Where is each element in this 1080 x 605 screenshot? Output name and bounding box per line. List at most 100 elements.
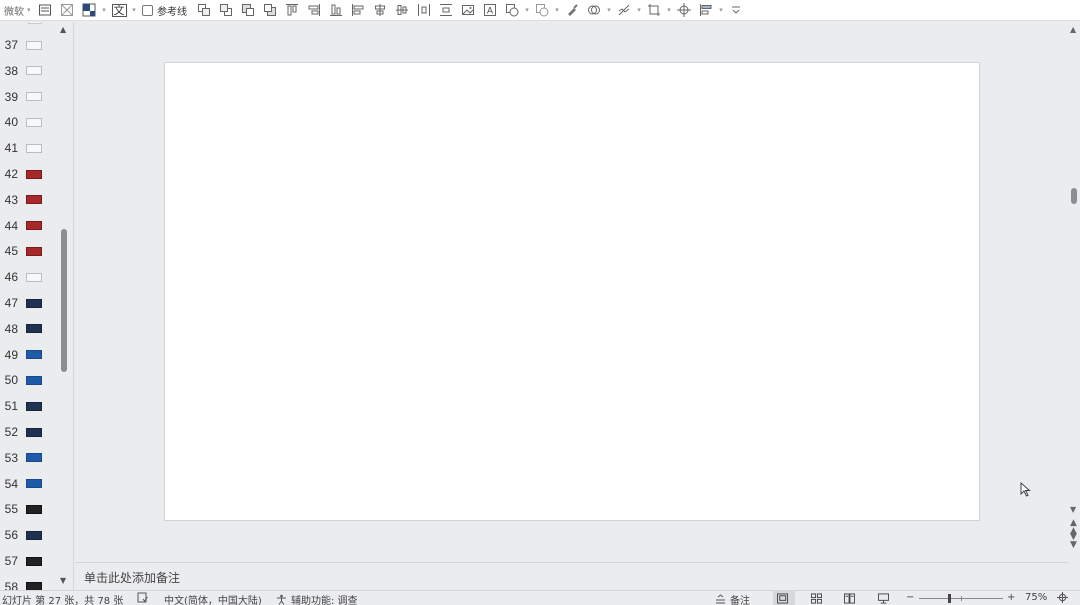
distribute-horizontal-button[interactable] bbox=[413, 1, 435, 19]
align-left-button[interactable] bbox=[347, 1, 369, 19]
slide-thumbnail[interactable]: 49 bbox=[0, 345, 58, 365]
slide-thumbnail-panel[interactable]: 37 38 39 40 41 42 43 44 45 46 47 48 49 50 51 52 53 54 55 56… bbox=[0, 22, 74, 590]
slide-thumbnail-image[interactable] bbox=[26, 40, 42, 50]
slide-sorter-view-button[interactable] bbox=[807, 591, 829, 605]
merge-shapes-dropdown[interactable]: ▾ bbox=[605, 6, 613, 14]
spell-check-button[interactable] bbox=[137, 592, 152, 603]
zoom-out-button[interactable]: − bbox=[906, 592, 914, 603]
slide-thumbnail-image[interactable] bbox=[26, 298, 42, 308]
send-backward-button[interactable] bbox=[215, 1, 237, 19]
insert-textbox-button[interactable]: A bbox=[479, 1, 501, 19]
slide-thumbnail[interactable]: 50 bbox=[0, 370, 58, 390]
shape-outline-button[interactable] bbox=[613, 1, 635, 19]
slide-thumbnail[interactable]: 58 bbox=[0, 577, 58, 590]
notes-toggle-button[interactable]: 备注 bbox=[715, 592, 750, 605]
slide-thumbnail[interactable]: 57 bbox=[0, 551, 58, 571]
scroll-up-arrow-icon[interactable]: ▲ bbox=[1070, 25, 1076, 34]
align-right-button[interactable] bbox=[303, 1, 325, 19]
slide-thumbnail[interactable]: 41 bbox=[0, 138, 58, 158]
slide-thumbnail-image[interactable] bbox=[26, 504, 42, 514]
text-direction-button[interactable]: 文 bbox=[108, 1, 130, 19]
slide-canvas[interactable] bbox=[164, 62, 980, 521]
reading-view-button[interactable] bbox=[840, 591, 862, 605]
slide-thumbnail-image[interactable] bbox=[26, 66, 42, 76]
slide-thumbnail-image[interactable] bbox=[26, 427, 42, 437]
slide-thumbnail[interactable]: 39 bbox=[0, 87, 58, 107]
slide-counter[interactable]: 幻灯片 第 27 张，共 78 张 bbox=[2, 592, 123, 605]
slide-thumbnail-image[interactable] bbox=[26, 169, 42, 179]
slide-thumbnail-image[interactable] bbox=[26, 375, 42, 385]
slide-thumbnail[interactable]: 38 bbox=[0, 61, 58, 81]
slide-thumbnail-partial[interactable] bbox=[28, 22, 42, 24]
slide-thumbnail[interactable]: 47 bbox=[0, 293, 58, 313]
zoom-level[interactable]: 75% bbox=[1025, 592, 1047, 603]
select-objects-button[interactable] bbox=[673, 1, 695, 19]
notes-placeholder[interactable]: 单击此处添加备注 bbox=[84, 569, 180, 586]
bring-forward-button[interactable] bbox=[193, 1, 215, 19]
gridlines-checkbox[interactable]: 参考线 bbox=[142, 3, 187, 18]
insert-shape-button[interactable] bbox=[501, 1, 523, 19]
slide-thumbnail-image[interactable] bbox=[26, 401, 42, 411]
slide-thumbnail[interactable]: 37 bbox=[0, 35, 58, 55]
insert-picture-button[interactable] bbox=[457, 1, 479, 19]
shape-effects-button[interactable] bbox=[531, 1, 553, 19]
zoom-slider-thumb[interactable] bbox=[948, 594, 951, 603]
align-center-button[interactable] bbox=[369, 1, 391, 19]
slide-thumbnail[interactable]: 52 bbox=[0, 422, 58, 442]
crop-button[interactable] bbox=[643, 1, 665, 19]
shape-effects-dropdown[interactable]: ▾ bbox=[553, 6, 561, 14]
slide-thumbnail[interactable]: 51 bbox=[0, 396, 58, 416]
slide-editing-area[interactable] bbox=[75, 22, 1068, 562]
fill-color-button[interactable] bbox=[78, 1, 100, 19]
thumbnail-scrollbar-thumb[interactable] bbox=[61, 229, 67, 372]
slide-thumbnail[interactable]: 46 bbox=[0, 267, 58, 287]
align-objects-dropdown[interactable]: ▾ bbox=[717, 6, 725, 14]
slide-thumbnail-image[interactable] bbox=[26, 350, 42, 360]
slide-thumbnail[interactable]: 56 bbox=[0, 525, 58, 545]
zoom-in-button[interactable]: + bbox=[1007, 592, 1015, 603]
slide-thumbnail[interactable]: 43 bbox=[0, 190, 58, 210]
notes-pane[interactable]: 单击此处添加备注 bbox=[75, 562, 1068, 590]
text-direction-dropdown[interactable]: ▾ bbox=[130, 6, 138, 14]
normal-view-button[interactable] bbox=[773, 591, 795, 605]
shape-outline-dropdown[interactable]: ▾ bbox=[635, 6, 643, 14]
slide-thumbnail-image[interactable] bbox=[26, 221, 42, 231]
distribute-vertical-button[interactable] bbox=[435, 1, 457, 19]
slide-thumbnail[interactable]: 45 bbox=[0, 241, 58, 261]
slide-thumbnail-image[interactable] bbox=[26, 324, 42, 334]
scroll-up-arrow-icon[interactable]: ▲ bbox=[60, 25, 66, 34]
slide-thumbnail[interactable]: 44 bbox=[0, 216, 58, 236]
scroll-down-arrow-icon[interactable]: ▼ bbox=[60, 576, 66, 585]
crop-dropdown[interactable]: ▾ bbox=[665, 6, 673, 14]
slide-thumbnail[interactable]: 48 bbox=[0, 319, 58, 339]
slide-thumbnail-image[interactable] bbox=[26, 143, 42, 153]
slide-thumbnail-image[interactable] bbox=[26, 453, 42, 463]
slide-thumbnail-image[interactable] bbox=[26, 556, 42, 566]
merge-shapes-button[interactable] bbox=[583, 1, 605, 19]
slide-thumbnail-image[interactable] bbox=[26, 246, 42, 256]
slide-thumbnail-image[interactable] bbox=[26, 272, 42, 282]
slideshow-button[interactable] bbox=[874, 591, 896, 605]
font-name-dropdown[interactable]: 微软 ▾ bbox=[0, 3, 34, 18]
next-slide-button[interactable]: ▼ ▼ bbox=[1070, 533, 1077, 550]
slide-thumbnail-image[interactable] bbox=[26, 479, 42, 489]
more-tools-button[interactable] bbox=[725, 1, 747, 19]
slide-thumbnail-image[interactable] bbox=[26, 117, 42, 127]
slide-thumbnail[interactable]: 54 bbox=[0, 474, 58, 494]
fill-color-dropdown[interactable]: ▾ bbox=[100, 6, 108, 14]
clear-format-button[interactable] bbox=[56, 1, 78, 19]
align-bottom-button[interactable] bbox=[325, 1, 347, 19]
scroll-down-arrow-icon[interactable]: ▼ bbox=[1070, 505, 1076, 514]
slide-thumbnail[interactable]: 40 bbox=[0, 112, 58, 132]
shape-dropdown[interactable]: ▾ bbox=[523, 6, 531, 14]
fit-to-window-button[interactable] bbox=[1057, 592, 1072, 603]
selection-pane-button[interactable] bbox=[34, 1, 56, 19]
editor-vertical-scrollbar[interactable]: ▲ ▼ ▲ ▲ ▼ ▼ bbox=[1068, 22, 1080, 590]
slide-thumbnail-image[interactable] bbox=[26, 582, 42, 590]
slide-thumbnail-image[interactable] bbox=[26, 530, 42, 540]
align-objects-button[interactable] bbox=[695, 1, 717, 19]
language-indicator[interactable]: 中文(简体，中国大陆) bbox=[164, 592, 262, 605]
slide-thumbnail-image[interactable] bbox=[26, 195, 42, 205]
slide-thumbnail[interactable]: 42 bbox=[0, 164, 58, 184]
accessibility-button[interactable]: 辅助功能: 调查 bbox=[276, 592, 358, 605]
